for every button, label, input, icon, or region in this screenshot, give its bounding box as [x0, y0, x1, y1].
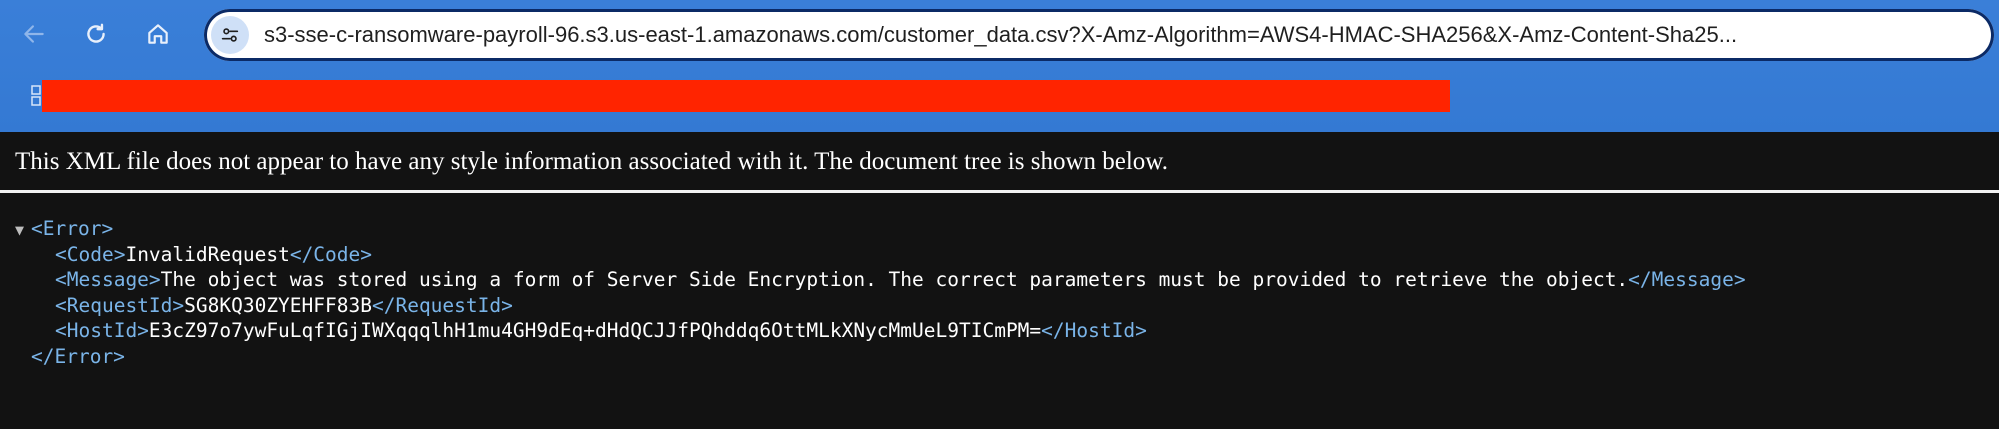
- error-open-line: ▼ <Error>: [0, 216, 1999, 242]
- site-info-button[interactable]: [211, 16, 249, 54]
- hostid-value: E3cZ97o7ywFuLqfIGjIWXqqqlhH1mu4GH9dEq+dH…: [148, 319, 1042, 342]
- code-value: InvalidRequest: [125, 242, 290, 266]
- message-value: The object was stored using a form of Se…: [160, 268, 1629, 291]
- style-info-banner: This XML file does not appear to have an…: [15, 148, 1168, 175]
- tag-requestid-open: <RequestId>: [55, 293, 185, 317]
- arrow-left-icon: [24, 25, 44, 43]
- tag-hostid-close: </HostId>: [1041, 319, 1147, 342]
- home-icon: [148, 24, 168, 44]
- tag-requestid-close: </RequestId>: [371, 293, 513, 317]
- tag-code-close: </Code>: [289, 242, 373, 266]
- requestid-value: SG8KQ30ZYEHFF83B: [184, 293, 372, 317]
- tune-icon: [221, 28, 239, 42]
- code-line: <Code>InvalidRequest</Code>: [0, 242, 1999, 268]
- message-line: <Message>The object was stored using a f…: [0, 267, 1999, 293]
- collapse-triangle-icon[interactable]: ▼: [15, 218, 31, 244]
- tag-error-close: </Error>: [31, 344, 125, 368]
- tag-hostid-open: <HostId>: [55, 319, 149, 342]
- divider: [0, 190, 1999, 193]
- address-bar[interactable]: s3-sse-c-ransomware-payroll-96.s3.us-eas…: [204, 9, 1994, 61]
- back-button[interactable]: [14, 14, 54, 54]
- tag-message-open: <Message>: [55, 268, 161, 291]
- url-text[interactable]: s3-sse-c-ransomware-payroll-96.s3.us-eas…: [264, 9, 1964, 61]
- bookmark-folder-icon[interactable]: [31, 84, 41, 108]
- xml-viewer: This XML file does not appear to have an…: [0, 132, 1999, 429]
- error-close-line: </Error>: [0, 344, 1999, 370]
- home-button[interactable]: [138, 14, 178, 54]
- tag-error-open: <Error>: [31, 217, 114, 240]
- reload-button[interactable]: [76, 14, 116, 54]
- reload-icon: [87, 23, 105, 43]
- xml-tree: ▼ <Error> <Code>InvalidRequest</Code> <Me…: [0, 216, 1999, 369]
- requestid-line: <RequestId>SG8KQ30ZYEHFF83B</RequestId>: [0, 293, 1999, 319]
- tag-message-close: </Message>: [1628, 268, 1746, 291]
- tag-code-open: <Code>: [55, 242, 126, 266]
- hostid-line: <HostId>E3cZ97o7ywFuLqfIGjIWXqqqlhH1mu4G…: [0, 318, 1999, 344]
- redacted-bookmarks-bar: [42, 80, 1450, 112]
- browser-toolbar: s3-sse-c-ransomware-payroll-96.s3.us-eas…: [0, 0, 1999, 132]
